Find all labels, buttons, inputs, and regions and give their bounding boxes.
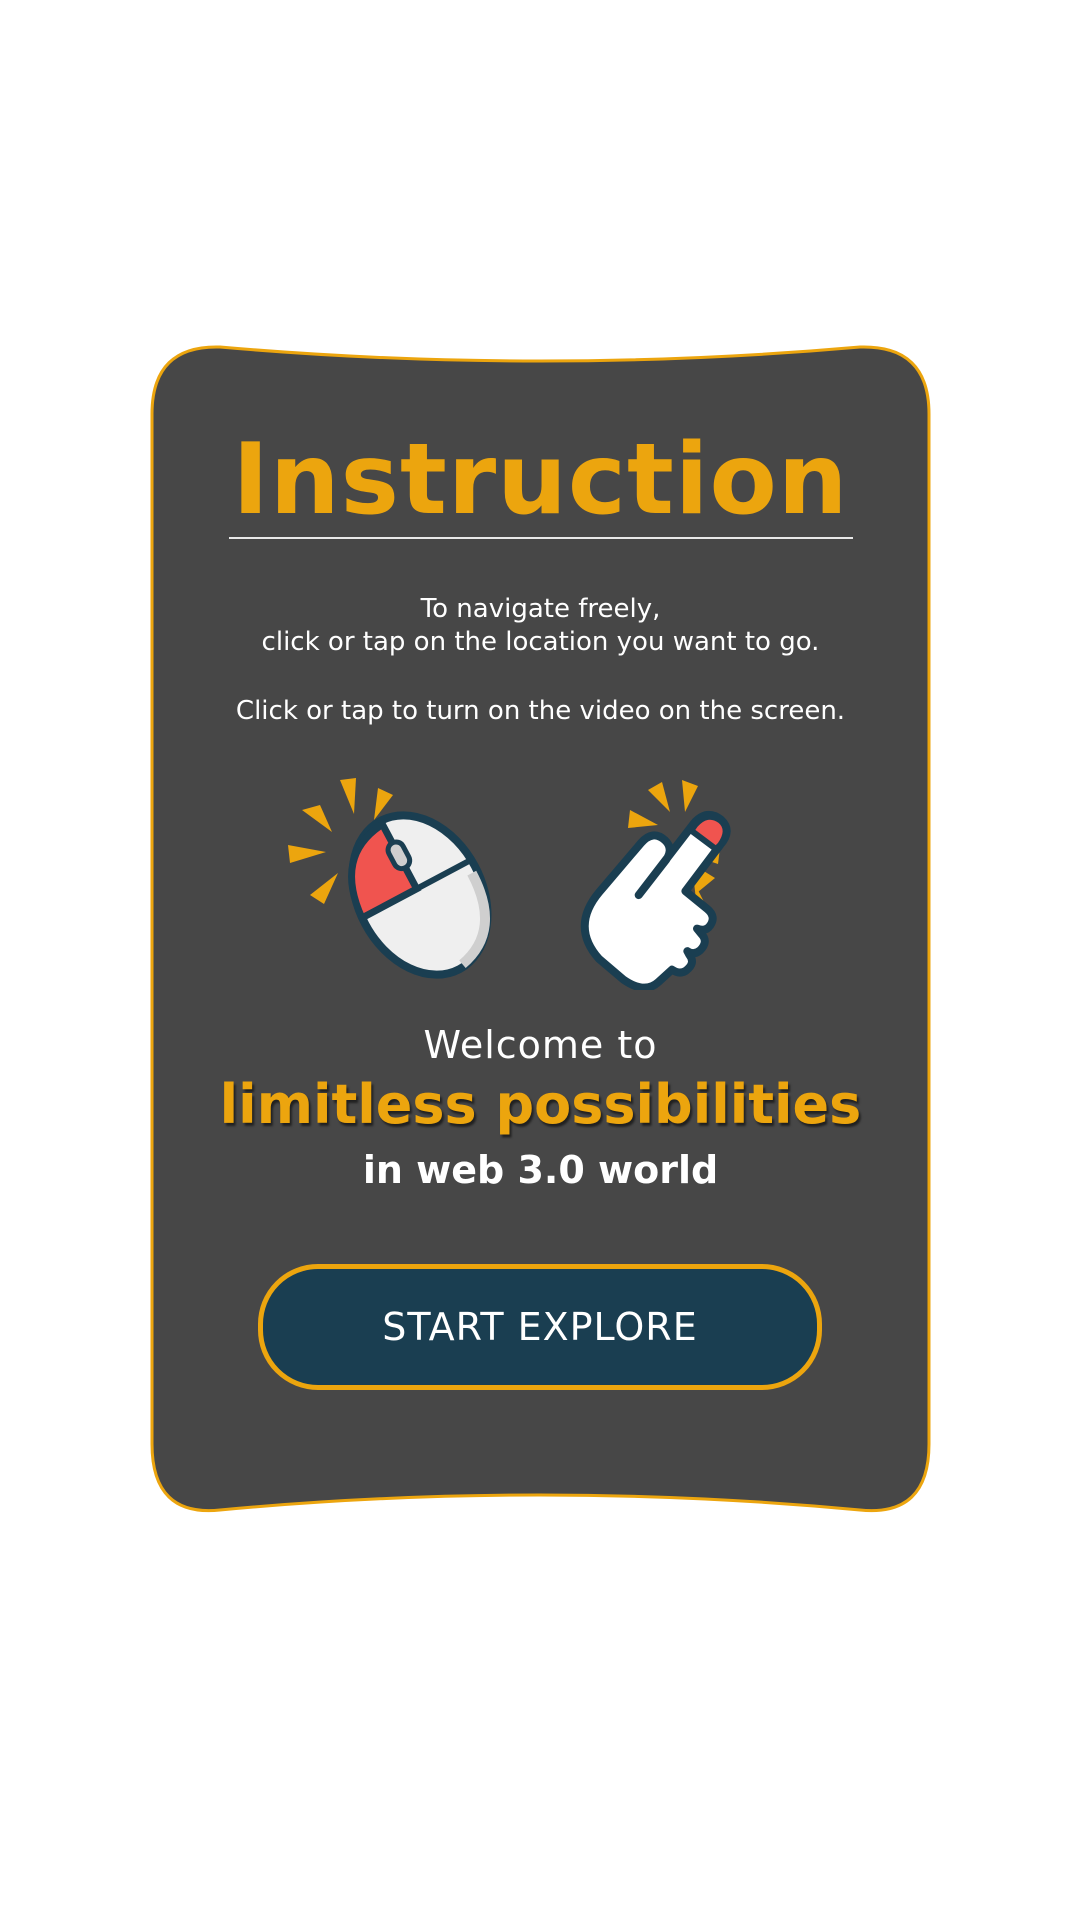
sub-line: in web 3.0 world	[362, 1148, 719, 1192]
welcome-line: Welcome to	[423, 1023, 658, 1067]
instruction-line-2: click or tap on the location you want to…	[261, 627, 820, 657]
instruction-line-3: Click or tap to turn on the video on the…	[235, 696, 846, 726]
title-divider	[229, 537, 853, 539]
highlight-line: limitless possibilities	[219, 1073, 862, 1136]
mouse-click-icon	[288, 778, 492, 979]
tap-hand-icon	[580, 780, 731, 990]
instruction-line-1: To navigate freely,	[420, 594, 661, 624]
instruction-card	[150, 345, 931, 1513]
page-title: Instruction	[232, 423, 849, 537]
start-explore-label: START EXPLORE	[382, 1305, 698, 1349]
start-explore-button[interactable]: START EXPLORE	[258, 1264, 822, 1390]
